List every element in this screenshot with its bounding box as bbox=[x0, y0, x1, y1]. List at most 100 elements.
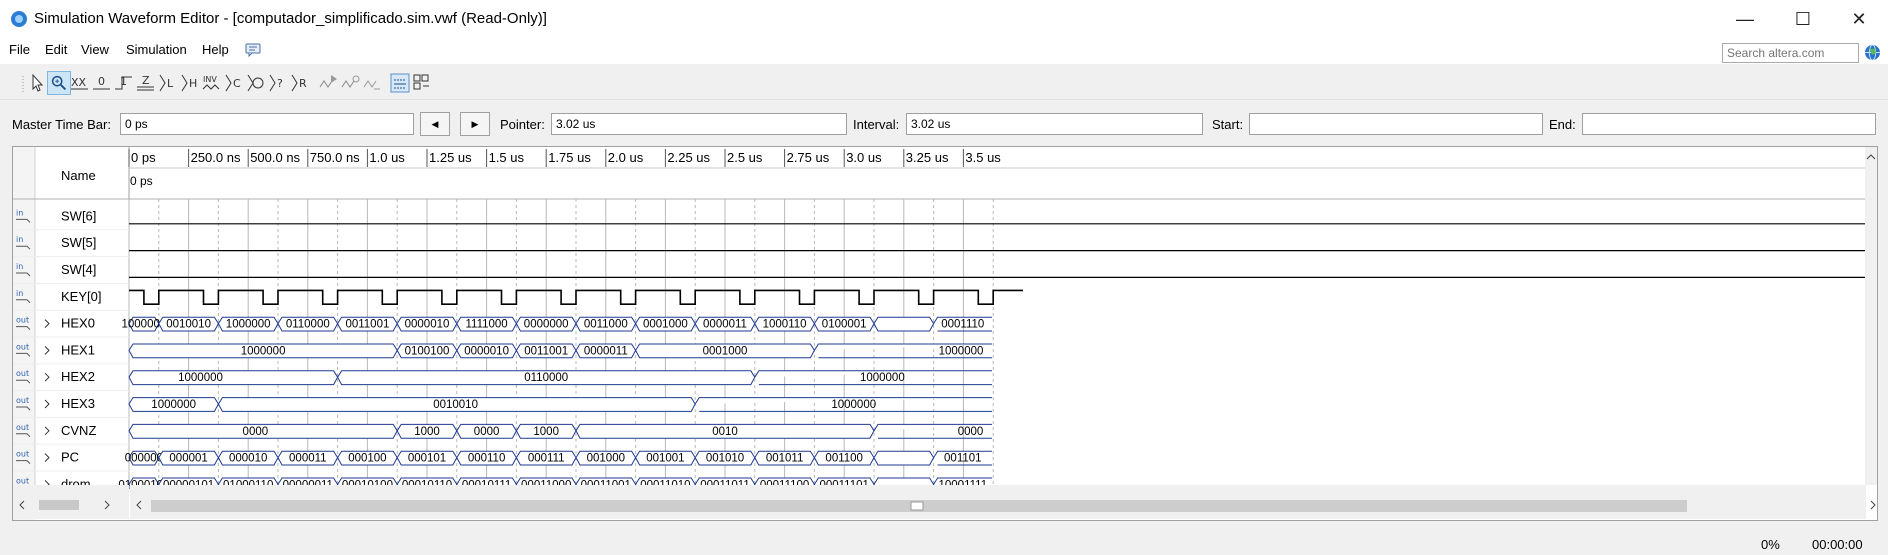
minimize-button[interactable]: — bbox=[1716, 0, 1774, 38]
svg-text:0: 0 bbox=[98, 75, 105, 88]
wave-scroll-grip[interactable] bbox=[910, 501, 924, 511]
window-title: Simulation Waveform Editor - [computador… bbox=[34, 10, 547, 27]
svg-text:XX: XX bbox=[71, 76, 87, 89]
bus-value: 001011 bbox=[766, 453, 804, 465]
uninitialized-icon[interactable]: XX bbox=[68, 71, 92, 95]
menu-help[interactable]: Help bbox=[202, 42, 229, 57]
bus-value: 001001 bbox=[646, 453, 684, 465]
bus-value: 000000 bbox=[125, 453, 163, 465]
previous-transition-button[interactable]: ◀ bbox=[420, 112, 450, 136]
bus-value: 0100100 bbox=[405, 345, 450, 357]
bus-value: 0000 bbox=[958, 426, 984, 438]
svg-text:L: L bbox=[167, 77, 174, 90]
generate-netlist-icon[interactable] bbox=[360, 71, 384, 95]
signal-name: HEX2 bbox=[61, 369, 95, 384]
bus-value: 000001 bbox=[169, 453, 207, 465]
signal-name: PC bbox=[61, 450, 79, 465]
arbitrary-value-icon[interactable]: ? bbox=[266, 71, 290, 95]
svg-text:R: R bbox=[299, 77, 307, 90]
name-scroll-thumb[interactable] bbox=[39, 500, 79, 510]
vertical-scrollbar[interactable] bbox=[1865, 147, 1877, 485]
bus-segment bbox=[873, 316, 935, 332]
end-input[interactable] bbox=[1582, 113, 1876, 135]
run-functional-simulation-icon[interactable] bbox=[316, 71, 340, 95]
bus-value: 0000 bbox=[474, 426, 500, 438]
next-transition-button[interactable]: ▶ bbox=[460, 112, 490, 136]
overwrite-clock-icon[interactable] bbox=[244, 71, 268, 95]
svg-text:in: in bbox=[16, 208, 23, 217]
high-impedance-icon[interactable]: Z bbox=[134, 71, 158, 95]
bus-value: 000111 bbox=[528, 453, 565, 465]
run-timing-simulation-icon[interactable] bbox=[338, 71, 362, 95]
waveform-canvas[interactable]: Name 0 ps 250.0 ns 500.0 ns 750.0 ns 1.0 us 1.… bbox=[13, 147, 1877, 520]
bus-value: 1000000 bbox=[831, 399, 876, 411]
close-button[interactable]: ✕ bbox=[1830, 0, 1888, 38]
toolbar: XX 0 1 Z L H INV C ? R bbox=[0, 68, 1888, 100]
weak-high-icon[interactable]: H bbox=[178, 71, 202, 95]
bus-value: 0001110 bbox=[941, 319, 984, 331]
gutter-column bbox=[13, 147, 35, 520]
weak-low-icon[interactable]: L bbox=[156, 71, 180, 95]
maximize-button[interactable]: ☐ bbox=[1774, 0, 1832, 38]
bus-value: 0001000 bbox=[643, 319, 688, 331]
master-time-bar-input[interactable] bbox=[120, 113, 414, 135]
status-bar: 0% 00:00:00 bbox=[0, 533, 1888, 555]
bus-value: 1000000 bbox=[241, 345, 286, 357]
wave-scroll-right-arrow-icon[interactable] bbox=[1870, 500, 1876, 510]
group-bus-icon[interactable] bbox=[410, 71, 434, 95]
svg-text:H: H bbox=[189, 77, 197, 90]
svg-text:Z: Z bbox=[142, 74, 150, 87]
bus-value: 001100 bbox=[825, 453, 863, 465]
invert-icon[interactable]: INV bbox=[200, 71, 224, 95]
random-value-icon[interactable]: R bbox=[288, 71, 312, 95]
time-tick-label: 1.5 us bbox=[489, 150, 525, 165]
forcing-low-icon[interactable]: 0 bbox=[90, 71, 114, 95]
bus-value: 1000000 bbox=[939, 345, 984, 357]
pointer-input[interactable] bbox=[551, 113, 847, 135]
svg-text:out: out bbox=[16, 476, 29, 485]
signal-name: HEX3 bbox=[61, 396, 95, 411]
time-tick-label: 2.0 us bbox=[608, 150, 644, 165]
bus-value: 0000011 bbox=[584, 345, 628, 357]
svg-text:out: out bbox=[16, 423, 29, 432]
time-tick-label: 2.75 us bbox=[787, 150, 830, 165]
time-tick-label: 0 ps bbox=[131, 150, 156, 165]
menu-simulation[interactable]: Simulation bbox=[126, 42, 187, 57]
search-input[interactable] bbox=[1722, 43, 1859, 63]
menu-edit[interactable]: Edit bbox=[45, 42, 67, 57]
count-value-icon[interactable]: C bbox=[222, 71, 246, 95]
time-tick-label: 750.0 ns bbox=[310, 150, 360, 165]
bus-value: 1000000 bbox=[226, 319, 271, 331]
snap-to-grid-icon[interactable] bbox=[388, 71, 412, 95]
menu-file[interactable]: File bbox=[9, 42, 30, 57]
menu-view[interactable]: View bbox=[81, 42, 109, 57]
start-input[interactable] bbox=[1249, 113, 1543, 135]
signal-name: KEY[0] bbox=[61, 289, 101, 304]
bus-value: 1000000 bbox=[178, 372, 223, 384]
bus-value: 0011001 bbox=[524, 345, 568, 357]
bus-value: 0001000 bbox=[703, 345, 748, 357]
interval-input[interactable] bbox=[906, 113, 1203, 135]
bus-value: 000011 bbox=[289, 453, 327, 465]
svg-text:out: out bbox=[16, 369, 29, 378]
time-tick-label: 1.0 us bbox=[369, 150, 405, 165]
globe-icon[interactable] bbox=[1864, 44, 1881, 61]
bus-value: 001000 bbox=[587, 453, 625, 465]
selection-tool-icon[interactable] bbox=[25, 71, 49, 95]
elapsed-time: 00:00:00 bbox=[1812, 537, 1863, 552]
bus-value: 000101 bbox=[408, 453, 446, 465]
svg-text:?: ? bbox=[277, 77, 283, 90]
bus-segment bbox=[128, 370, 339, 386]
waveform-editor[interactable]: Name 0 ps 250.0 ns 500.0 ns 750.0 ns 1.0 us 1.… bbox=[12, 146, 1878, 521]
clock-wave bbox=[129, 289, 1023, 305]
svg-text:out: out bbox=[16, 450, 29, 459]
bus-value: 000100 bbox=[348, 453, 386, 465]
time-tick-label: 250.0 ns bbox=[191, 150, 241, 165]
progress-text: 0% bbox=[1761, 537, 1780, 552]
feedback-icon[interactable] bbox=[245, 43, 261, 57]
bus-value: 1111000 bbox=[465, 319, 507, 331]
signal-name: CVNZ bbox=[61, 423, 96, 438]
signal-name: HEX0 bbox=[61, 316, 95, 331]
bus-value: 0100001 bbox=[822, 319, 867, 331]
forcing-high-icon[interactable]: 1 bbox=[112, 71, 136, 95]
